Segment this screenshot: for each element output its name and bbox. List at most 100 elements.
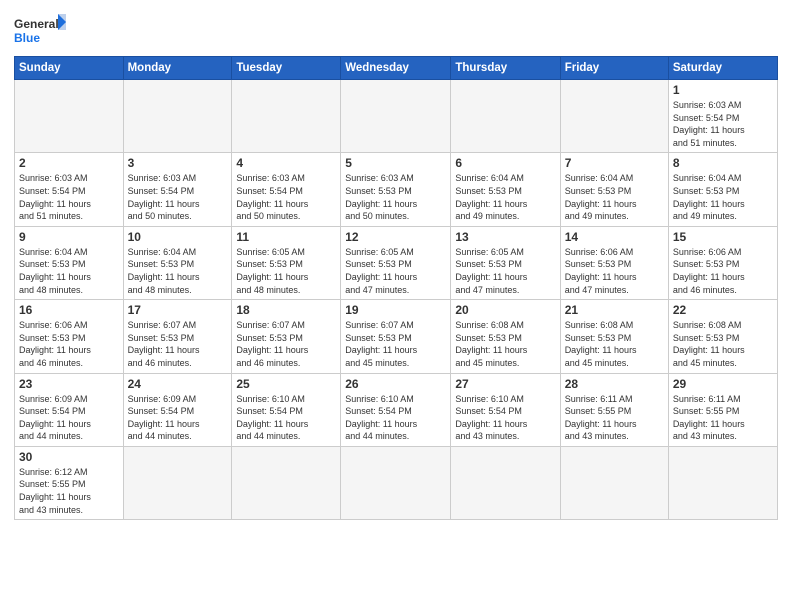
col-header-sunday: Sunday (15, 57, 124, 80)
day-number: 2 (19, 156, 119, 170)
col-header-thursday: Thursday (451, 57, 560, 80)
day-number: 27 (455, 377, 555, 391)
calendar-cell: 30 Sunrise: 6:12 AM Sunset: 5:55 PM Dayli… (15, 446, 124, 519)
calendar-header-row: SundayMondayTuesdayWednesdayThursdayFrid… (15, 57, 778, 80)
day-number: 15 (673, 230, 773, 244)
logo-svg: General Blue (14, 14, 66, 50)
calendar-cell: 28Sunrise: 6:11 AM Sunset: 5:55 PM Dayli… (560, 373, 668, 446)
calendar-cell (232, 446, 341, 519)
day-number: 13 (455, 230, 555, 244)
day-info: Sunrise: 6:03 AM Sunset: 5:54 PM Dayligh… (236, 172, 336, 222)
day-number: 16 (19, 303, 119, 317)
calendar-cell: 25 Sunrise: 6:10 AM Sunset: 5:54 PM Dayli… (232, 373, 341, 446)
calendar-cell (123, 80, 232, 153)
calendar-week-row: 1 Sunrise: 6:03 AM Sunset: 5:54 PM Daylig… (15, 80, 778, 153)
calendar-cell: 27 Sunrise: 6:10 AM Sunset: 5:54 PM Dayli… (451, 373, 560, 446)
calendar-cell: 20 Sunrise: 6:08 AM Sunset: 5:53 PM Dayli… (451, 300, 560, 373)
calendar-week-row: 16 Sunrise: 6:06 AM Sunset: 5:53 PM Dayli… (15, 300, 778, 373)
day-number: 5 (345, 156, 446, 170)
day-info: Sunrise: 6:03 AM Sunset: 5:54 PM Dayligh… (673, 99, 773, 149)
day-info: Sunrise: 6:05 AM Sunset: 5:53 PM Dayligh… (236, 246, 336, 296)
calendar-cell: 9 Sunrise: 6:04 AM Sunset: 5:53 PM Daylig… (15, 226, 124, 299)
calendar-cell: 7 Sunrise: 6:04 AM Sunset: 5:53 PM Daylig… (560, 153, 668, 226)
day-info: Sunrise: 6:04 AM Sunset: 5:53 PM Dayligh… (565, 172, 664, 222)
calendar-cell: 18 Sunrise: 6:07 AM Sunset: 5:53 PM Dayli… (232, 300, 341, 373)
header: General Blue (14, 10, 778, 50)
day-info: Sunrise: 6:05 AM Sunset: 5:53 PM Dayligh… (345, 246, 446, 296)
day-number: 30 (19, 450, 119, 464)
calendar-cell: 23 Sunrise: 6:09 AM Sunset: 5:54 PM Dayli… (15, 373, 124, 446)
day-number: 25 (236, 377, 336, 391)
day-number: 20 (455, 303, 555, 317)
day-number: 9 (19, 230, 119, 244)
col-header-wednesday: Wednesday (341, 57, 451, 80)
calendar-cell: 5 Sunrise: 6:03 AM Sunset: 5:53 PM Daylig… (341, 153, 451, 226)
calendar-week-row: 23 Sunrise: 6:09 AM Sunset: 5:54 PM Dayli… (15, 373, 778, 446)
day-info: Sunrise: 6:09 AM Sunset: 5:54 PM Dayligh… (128, 393, 228, 443)
calendar-cell: 15 Sunrise: 6:06 AM Sunset: 5:53 PM Dayli… (668, 226, 777, 299)
calendar-cell: 3 Sunrise: 6:03 AM Sunset: 5:54 PM Daylig… (123, 153, 232, 226)
day-info: Sunrise: 6:06 AM Sunset: 5:53 PM Dayligh… (673, 246, 773, 296)
day-number: 10 (128, 230, 228, 244)
calendar-week-row: 30 Sunrise: 6:12 AM Sunset: 5:55 PM Dayli… (15, 446, 778, 519)
day-number: 19 (345, 303, 446, 317)
day-info: Sunrise: 6:07 AM Sunset: 5:53 PM Dayligh… (128, 319, 228, 369)
calendar-cell: 16 Sunrise: 6:06 AM Sunset: 5:53 PM Dayli… (15, 300, 124, 373)
day-info: Sunrise: 6:05 AM Sunset: 5:53 PM Dayligh… (455, 246, 555, 296)
calendar-cell: 24Sunrise: 6:09 AM Sunset: 5:54 PM Dayli… (123, 373, 232, 446)
day-info: Sunrise: 6:10 AM Sunset: 5:54 PM Dayligh… (345, 393, 446, 443)
day-number: 14 (565, 230, 664, 244)
day-number: 3 (128, 156, 228, 170)
page: General Blue SundayMondayTuesdayWednesda… (0, 0, 792, 612)
day-number: 6 (455, 156, 555, 170)
col-header-friday: Friday (560, 57, 668, 80)
day-info: Sunrise: 6:12 AM Sunset: 5:55 PM Dayligh… (19, 466, 119, 516)
day-info: Sunrise: 6:08 AM Sunset: 5:53 PM Dayligh… (455, 319, 555, 369)
day-info: Sunrise: 6:03 AM Sunset: 5:54 PM Dayligh… (128, 172, 228, 222)
day-info: Sunrise: 6:11 AM Sunset: 5:55 PM Dayligh… (673, 393, 773, 443)
calendar-cell: 29 Sunrise: 6:11 AM Sunset: 5:55 PM Dayli… (668, 373, 777, 446)
day-info: Sunrise: 6:04 AM Sunset: 5:53 PM Dayligh… (19, 246, 119, 296)
calendar-cell (560, 446, 668, 519)
day-number: 8 (673, 156, 773, 170)
day-number: 7 (565, 156, 664, 170)
day-info: Sunrise: 6:03 AM Sunset: 5:53 PM Dayligh… (345, 172, 446, 222)
calendar-cell: 13 Sunrise: 6:05 AM Sunset: 5:53 PM Dayli… (451, 226, 560, 299)
day-number: 11 (236, 230, 336, 244)
day-number: 18 (236, 303, 336, 317)
day-number: 23 (19, 377, 119, 391)
day-info: Sunrise: 6:08 AM Sunset: 5:53 PM Dayligh… (673, 319, 773, 369)
day-number: 17 (128, 303, 228, 317)
calendar-cell: 21 Sunrise: 6:08 AM Sunset: 5:53 PM Dayli… (560, 300, 668, 373)
day-number: 22 (673, 303, 773, 317)
day-info: Sunrise: 6:09 AM Sunset: 5:54 PM Dayligh… (19, 393, 119, 443)
day-number: 1 (673, 83, 773, 97)
day-info: Sunrise: 6:11 AM Sunset: 5:55 PM Dayligh… (565, 393, 664, 443)
calendar-cell: 22 Sunrise: 6:08 AM Sunset: 5:53 PM Dayli… (668, 300, 777, 373)
day-info: Sunrise: 6:10 AM Sunset: 5:54 PM Dayligh… (236, 393, 336, 443)
calendar-table: SundayMondayTuesdayWednesdayThursdayFrid… (14, 56, 778, 520)
calendar-cell: 17 Sunrise: 6:07 AM Sunset: 5:53 PM Dayli… (123, 300, 232, 373)
calendar-cell: 6 Sunrise: 6:04 AM Sunset: 5:53 PM Daylig… (451, 153, 560, 226)
day-info: Sunrise: 6:08 AM Sunset: 5:53 PM Dayligh… (565, 319, 664, 369)
calendar-cell: 19Sunrise: 6:07 AM Sunset: 5:53 PM Dayli… (341, 300, 451, 373)
day-info: Sunrise: 6:06 AM Sunset: 5:53 PM Dayligh… (19, 319, 119, 369)
day-info: Sunrise: 6:04 AM Sunset: 5:53 PM Dayligh… (455, 172, 555, 222)
col-header-monday: Monday (123, 57, 232, 80)
day-info: Sunrise: 6:03 AM Sunset: 5:54 PM Dayligh… (19, 172, 119, 222)
day-info: Sunrise: 6:10 AM Sunset: 5:54 PM Dayligh… (455, 393, 555, 443)
svg-text:Blue: Blue (14, 31, 40, 45)
calendar-cell: 2 Sunrise: 6:03 AM Sunset: 5:54 PM Daylig… (15, 153, 124, 226)
day-info: Sunrise: 6:04 AM Sunset: 5:53 PM Dayligh… (673, 172, 773, 222)
day-number: 26 (345, 377, 446, 391)
calendar-cell (668, 446, 777, 519)
calendar-cell (15, 80, 124, 153)
col-header-tuesday: Tuesday (232, 57, 341, 80)
day-number: 29 (673, 377, 773, 391)
calendar-cell (341, 446, 451, 519)
calendar-cell (560, 80, 668, 153)
day-info: Sunrise: 6:07 AM Sunset: 5:53 PM Dayligh… (236, 319, 336, 369)
calendar-cell (451, 80, 560, 153)
day-number: 21 (565, 303, 664, 317)
day-number: 4 (236, 156, 336, 170)
